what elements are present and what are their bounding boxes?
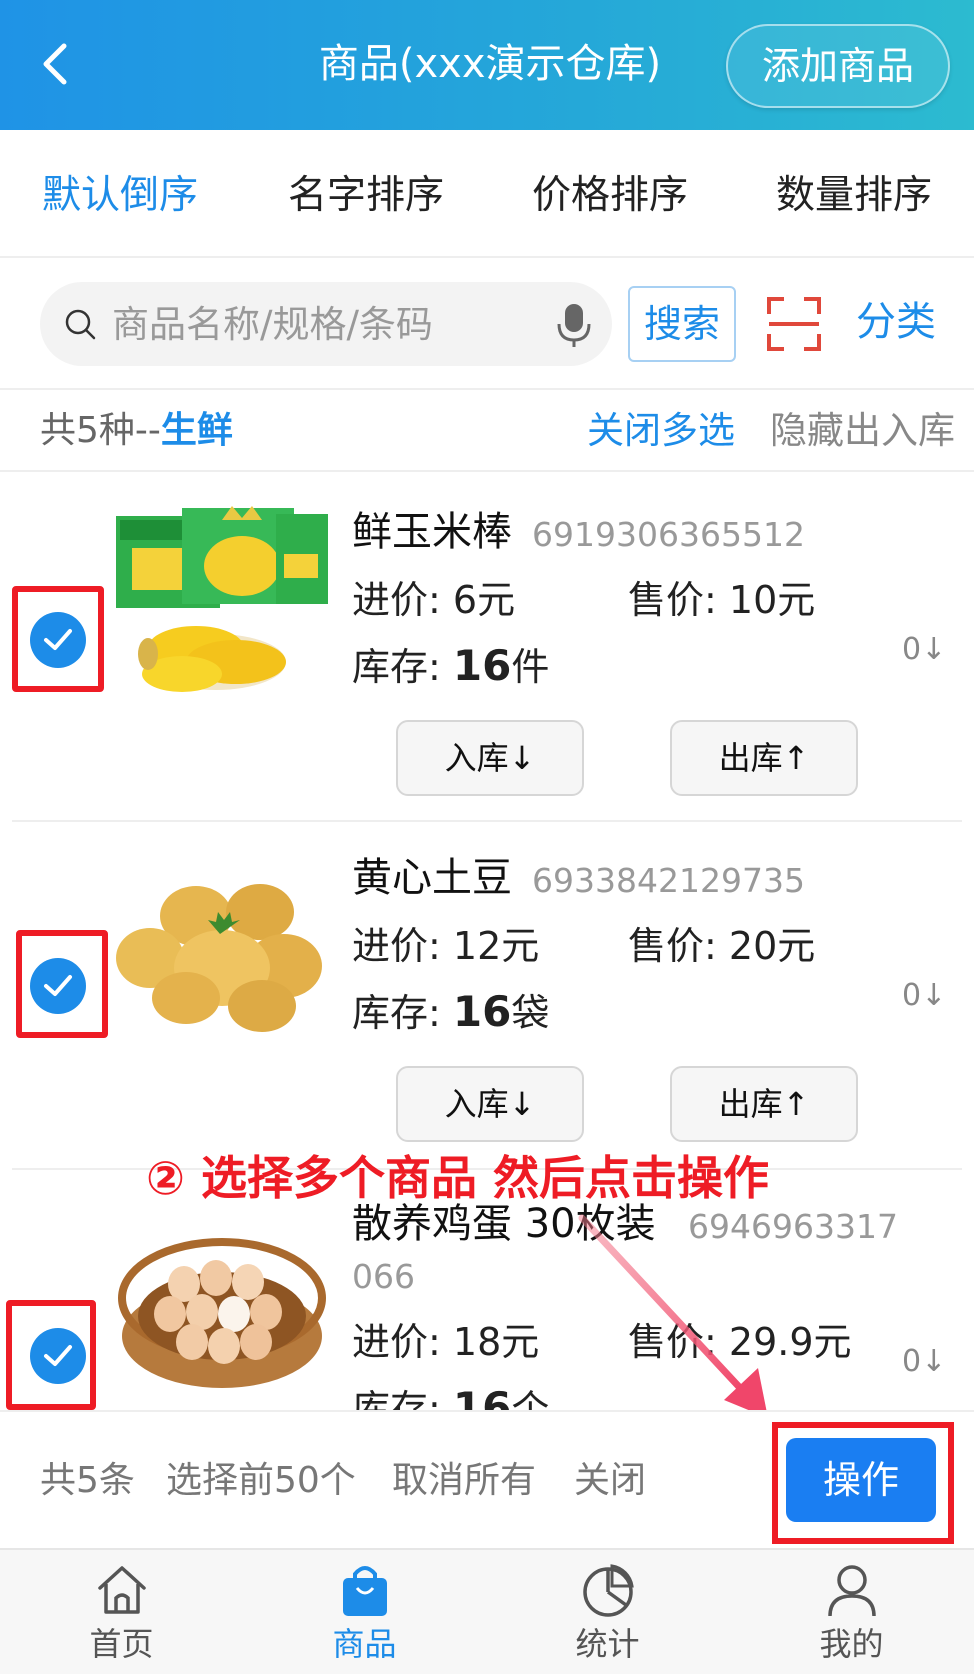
summary-row: 共5种--生鲜 关闭多选 隐藏出入库 <box>0 392 974 472</box>
check-icon <box>44 1345 72 1366</box>
tutorial-annotation: ② 选择多个商品 然后点击操作 <box>146 1151 769 1205</box>
product-name: 鲜玉米棒 <box>352 509 512 555</box>
check-icon <box>44 629 72 650</box>
nav-label: 统计 <box>575 1625 640 1663</box>
nav-item-products[interactable]: 商品 <box>243 1550 486 1674</box>
checkbox[interactable] <box>30 612 86 668</box>
search-icon <box>65 309 96 340</box>
user-icon <box>828 1565 876 1617</box>
product-list: 鲜玉米棒 6919306365512 进价: 6元 售价: 10元 库存: 16… <box>0 474 974 1410</box>
cost-price: 进价: 12元 <box>352 920 539 972</box>
product-code: 6933842129735 <box>532 861 805 900</box>
stock: 库存: 16件 <box>352 640 549 693</box>
sort-tabs: 默认倒序 名字排序 价格排序 数量排序 <box>0 130 974 258</box>
app-header: 商品(xxx演示仓库) 添加商品 <box>0 0 974 130</box>
shopping-bag-icon <box>343 1566 387 1616</box>
summary-count: 共5种--生鲜 <box>40 406 233 456</box>
stock-unit: 件 <box>511 645 550 689</box>
product-image-eggs <box>118 1238 326 1388</box>
stock-unit: 个 <box>511 1387 550 1410</box>
product-name: 黄心土豆 <box>352 855 512 901</box>
check-icon <box>44 975 72 996</box>
cost-price: 进价: 6元 <box>352 574 515 626</box>
close-link[interactable]: 关闭 <box>574 1456 646 1506</box>
search-row: 搜索 分类 <box>0 260 974 390</box>
stock-out-button[interactable]: 出库↑ <box>670 1066 858 1142</box>
back-button[interactable] <box>28 34 88 94</box>
cancel-all-link[interactable]: 取消所有 <box>392 1456 536 1506</box>
search-button[interactable]: 搜索 <box>628 286 736 362</box>
stock-in-button[interactable]: 入库↓ <box>396 1066 584 1142</box>
cost-label: 进价: <box>352 578 441 622</box>
stock-number: 16 <box>452 987 512 1036</box>
category-link[interactable]: 分类 <box>856 294 936 350</box>
stock-out-button[interactable]: 出库↑ <box>670 720 858 796</box>
price-value: 29.9元 <box>728 1320 852 1364</box>
stock-number: 16 <box>452 641 512 690</box>
product-code-continued: 066 <box>352 1257 415 1296</box>
stock-label: 库存: <box>352 1387 441 1410</box>
scan-icon[interactable] <box>766 296 822 352</box>
nav-label: 我的 <box>819 1625 884 1663</box>
stock-number: 16 <box>452 1383 512 1410</box>
cost-value: 6元 <box>452 578 516 622</box>
page-title: 商品(xxx演示仓库) <box>318 41 662 87</box>
price-label: 售价: <box>628 578 717 622</box>
cost-label: 进价: <box>352 1320 441 1364</box>
product-image-corn <box>116 506 328 692</box>
stock: 库存: 16袋 <box>352 986 549 1039</box>
cost-value: 18元 <box>452 1320 540 1364</box>
select-first-50-link[interactable]: 选择前50个 <box>166 1456 356 1506</box>
checkbox[interactable] <box>30 1328 86 1384</box>
close-multi-select-link[interactable]: 关闭多选 <box>587 406 735 456</box>
pie-chart-icon <box>583 1564 634 1617</box>
product-image-potato <box>116 884 322 1032</box>
total-count: 共5条 <box>40 1460 135 1501</box>
sale-price: 售价: 10元 <box>628 574 815 626</box>
count-indicator[interactable]: 0↓ <box>902 630 946 670</box>
stock: 库存: 16个 <box>352 1382 549 1410</box>
add-product-button[interactable]: 添加商品 <box>726 24 950 108</box>
microphone-icon[interactable] <box>550 300 598 350</box>
product-code: 6919306365512 <box>532 515 805 554</box>
stock-in-button[interactable]: 入库↓ <box>396 720 584 796</box>
nav-item-me[interactable]: 我的 <box>730 1550 973 1674</box>
list-item[interactable]: 黄心土豆 6933842129735 进价: 12元 售价: 20元 库存: 1… <box>0 822 974 1170</box>
tab-default-desc[interactable]: 默认倒序 <box>42 170 198 222</box>
cost-label: 进价: <box>352 924 441 968</box>
stock-label: 库存: <box>352 991 441 1035</box>
nav-label: 首页 <box>89 1625 154 1663</box>
cost-value: 12元 <box>452 924 540 968</box>
home-icon <box>98 1566 146 1614</box>
sale-price: 售价: 29.9元 <box>628 1316 852 1368</box>
price-label: 售价: <box>628 1320 717 1364</box>
nav-item-stats[interactable]: 统计 <box>486 1550 729 1674</box>
summary-category[interactable]: 生鲜 <box>161 410 233 451</box>
stock-label: 库存: <box>352 645 441 689</box>
search-input[interactable] <box>112 282 532 366</box>
summary-count-prefix: 共5种-- <box>40 410 161 451</box>
checkbox[interactable] <box>30 958 86 1014</box>
count-indicator[interactable]: 0↓ <box>902 976 946 1016</box>
operate-button[interactable]: 操作 <box>786 1438 936 1522</box>
product-code: 6946963317 <box>688 1207 898 1246</box>
price-value: 10元 <box>728 578 816 622</box>
bottom-nav: 首页 商品 统计 我的 <box>0 1548 974 1674</box>
nav-item-home[interactable]: 首页 <box>0 1550 243 1674</box>
cost-price: 进价: 18元 <box>352 1316 539 1368</box>
tab-price-sort[interactable]: 价格排序 <box>532 170 688 222</box>
list-item[interactable]: 鲜玉米棒 6919306365512 进价: 6元 售价: 10元 库存: 16… <box>0 474 974 822</box>
multi-select-action-bar: 共5条 选择前50个 取消所有 关闭 操作 <box>0 1410 974 1548</box>
chevron-left-icon <box>43 43 67 85</box>
tab-name-sort[interactable]: 名字排序 <box>288 170 444 222</box>
nav-label: 商品 <box>332 1625 397 1663</box>
count-indicator[interactable]: 0↓ <box>902 1342 946 1382</box>
price-label: 售价: <box>628 924 717 968</box>
stock-unit: 袋 <box>511 991 550 1035</box>
hide-io-link[interactable]: 隐藏出入库 <box>770 406 955 456</box>
price-value: 20元 <box>728 924 816 968</box>
sale-price: 售价: 20元 <box>628 920 815 972</box>
search-box <box>40 282 612 366</box>
tab-quantity-sort[interactable]: 数量排序 <box>776 170 932 222</box>
